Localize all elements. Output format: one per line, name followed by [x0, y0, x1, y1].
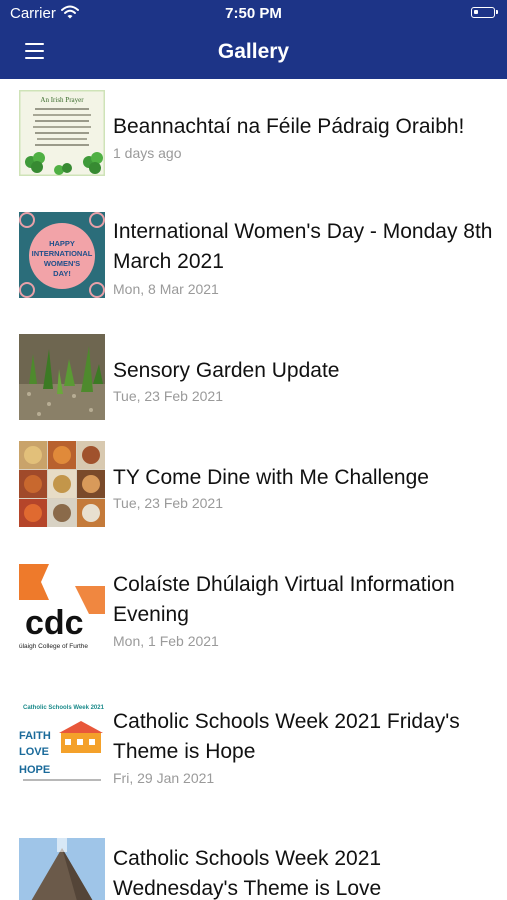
gallery-list[interactable]: An Irish Prayer Beannachtaí na Féile Pád… — [0, 79, 507, 900]
header: Carrier 7:50 PM Gallery — [0, 0, 507, 79]
thumbnail-image: Catholic Schools Week 2021 FAITH LOVE HO… — [19, 699, 105, 785]
page-title: Gallery — [217, 40, 290, 63]
item-title: Beannachtaí na Féile Pádraig Oraibh! — [113, 115, 465, 138]
svg-text:WOMEN'S: WOMEN'S — [44, 259, 80, 268]
item-title: TY Come Dine with Me Challenge — [113, 466, 429, 489]
item-date: Fri, 29 Jan 2021 — [113, 770, 215, 786]
gallery-item-womens-day[interactable]: HAPPY INTERNATIONAL WOMEN'S DAY! Interna… — [0, 199, 507, 309]
thumbnail-image — [19, 441, 105, 527]
thumb-word-faith: FAITH — [19, 730, 51, 742]
thumb-caption: Catholic Schools Week 2021 — [23, 705, 105, 711]
item-title: Colaíste Dhúlaigh Virtual Information Ev… — [113, 573, 455, 626]
item-date: Tue, 23 Feb 2021 — [113, 495, 224, 511]
thumbnail-image: An Irish Prayer — [19, 90, 105, 176]
svg-text:DAY!: DAY! — [53, 269, 71, 278]
item-title: International Women's Day - Monday 8th M… — [113, 220, 493, 273]
gallery-item-csw-love[interactable]: Catholic Schools Week 2021 Wednesday's T… — [0, 833, 507, 900]
thumb-word-hope: HOPE — [19, 764, 50, 776]
thumb-logo-subtext: úlaigh College of Furthe — [19, 643, 88, 650]
item-title: Catholic Schools Week 2021 Wednesday's T… — [113, 847, 382, 900]
item-date: 1 days ago — [113, 145, 182, 161]
item-date: Tue, 23 Feb 2021 — [113, 388, 224, 404]
item-title: Catholic Schools Week 2021 Friday's Them… — [113, 710, 460, 763]
gallery-item-st-patricks[interactable]: An Irish Prayer Beannachtaí na Féile Pád… — [0, 79, 507, 189]
thumbnail-image: cdc úlaigh College of Furthe — [19, 564, 105, 650]
gallery-item-cdc-info-evening[interactable]: cdc úlaigh College of Furthe Colaíste Dh… — [0, 554, 507, 664]
svg-text:INTERNATIONAL: INTERNATIONAL — [32, 249, 93, 258]
item-title: Sensory Garden Update — [113, 359, 340, 382]
battery-icon — [471, 7, 498, 18]
gallery-item-csw-hope[interactable]: Catholic Schools Week 2021 FAITH LOVE HO… — [0, 691, 507, 801]
clock: 7:50 PM — [225, 5, 282, 22]
thumbnail-image — [19, 334, 105, 420]
svg-text:HAPPY: HAPPY — [49, 239, 75, 248]
status-bar: Carrier 7:50 PM — [0, 0, 507, 28]
gallery-item-come-dine[interactable]: TY Come Dine with Me Challenge Tue, 23 F… — [0, 431, 507, 531]
thumbnail-image: HAPPY INTERNATIONAL WOMEN'S DAY! — [19, 212, 105, 298]
nav-bar: Gallery — [0, 28, 507, 79]
thumb-logo-text: cdc — [25, 604, 84, 642]
item-date: Mon, 8 Mar 2021 — [113, 281, 219, 297]
thumbnail-image — [19, 838, 105, 900]
thumb-word-love: LOVE — [19, 746, 49, 758]
thumb-caption: An Irish Prayer — [40, 96, 84, 104]
item-date: Mon, 1 Feb 2021 — [113, 633, 219, 649]
gallery-item-sensory-garden[interactable]: Sensory Garden Update Tue, 23 Feb 2021 — [0, 324, 507, 424]
